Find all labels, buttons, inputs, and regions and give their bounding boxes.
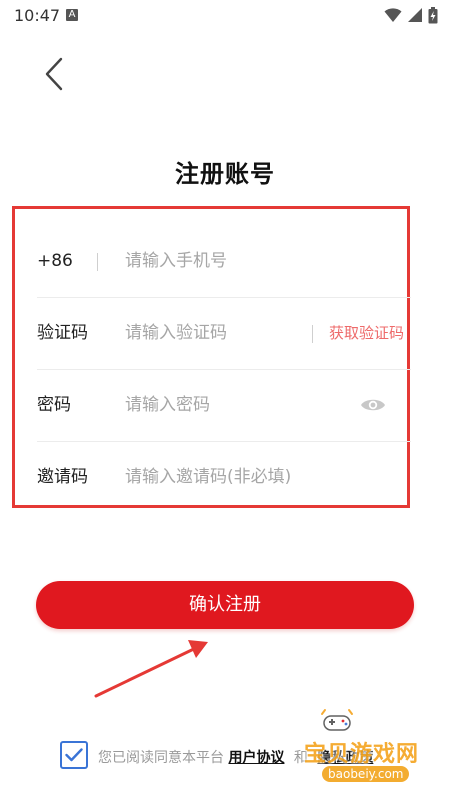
chevron-left-icon — [45, 57, 63, 91]
eye-icon — [361, 399, 385, 411]
status-icons — [384, 7, 438, 25]
agreement-text: 您已阅读同意本平台 — [98, 750, 224, 766]
watermark-url: baobeiy.com — [322, 766, 410, 782]
password-label: 密码 — [37, 395, 71, 415]
back-button[interactable] — [36, 54, 72, 94]
invite-row: 邀请码 — [37, 441, 411, 513]
wifi-icon — [384, 8, 402, 22]
battery-icon — [428, 7, 438, 24]
get-code-button[interactable]: 获取验证码 — [329, 297, 404, 369]
invite-code-input[interactable] — [125, 459, 395, 495]
page-title: 注册账号 — [175, 160, 275, 188]
password-row: 密码 — [37, 369, 411, 442]
watermark-logo: 宝贝游戏网 baobeiy.com — [300, 706, 450, 786]
phone-row: +86 — [37, 225, 411, 298]
watermark-title: 宝贝游戏网 — [304, 742, 420, 767]
confirm-register-button[interactable]: 确认注册 — [36, 581, 414, 629]
verification-row: 验证码 获取验证码 — [37, 297, 411, 370]
signal-icon — [407, 8, 422, 22]
notification-a-icon: A — [66, 9, 78, 21]
status-time: 10:47 — [14, 6, 61, 25]
password-input[interactable] — [125, 387, 315, 423]
row-divider — [97, 253, 98, 271]
invite-label: 邀请码 — [37, 467, 88, 487]
country-code-label: +86 — [37, 251, 73, 271]
phone-input[interactable] — [125, 243, 315, 279]
agreement-checkbox[interactable] — [60, 741, 88, 769]
registration-form: +86 验证码 获取验证码 密码 邀请码 — [12, 206, 411, 508]
status-bar: 10:47 A — [0, 0, 450, 32]
row-divider — [312, 325, 313, 343]
verification-label: 验证码 — [37, 323, 88, 343]
gamepad-icon — [321, 709, 353, 731]
password-visibility-toggle[interactable] — [359, 393, 387, 417]
verification-code-input[interactable] — [125, 315, 315, 351]
checkmark-icon — [65, 748, 83, 762]
user-agreement-link[interactable]: 用户协议 — [228, 750, 284, 766]
arrow-annotation-icon — [94, 640, 208, 698]
